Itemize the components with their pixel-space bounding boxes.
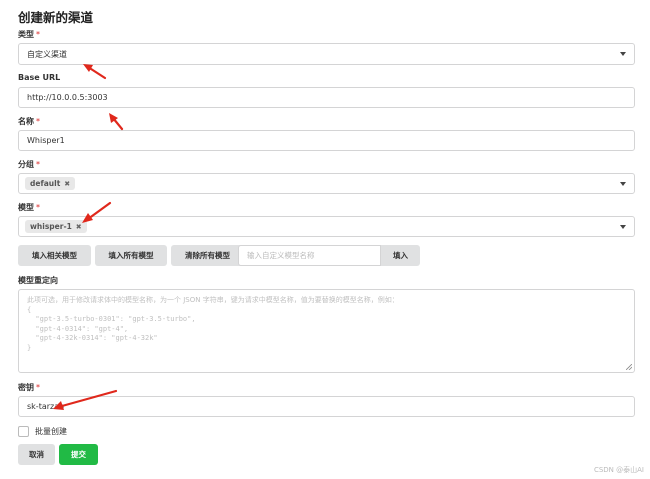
base-url-value: http://10.0.0.5:3003 (27, 93, 108, 102)
type-select[interactable]: 自定义渠道 (18, 43, 635, 65)
submit-button[interactable]: 提交 (59, 444, 98, 465)
key-label: 密钥 * (18, 383, 40, 392)
batch-create-checkbox[interactable] (18, 426, 29, 437)
clear-all-models-button[interactable]: 清除所有模型 (171, 245, 244, 266)
mapping-placeholder-line: "gpt-4-32k-0314": "gpt-4-32k" (27, 334, 158, 343)
annotation-arrow-icon (83, 64, 107, 80)
base-url-label: Base URL (18, 73, 61, 82)
dropdown-caret-icon (620, 181, 626, 186)
annotation-arrow-icon (53, 389, 118, 410)
mapping-placeholder-line: "gpt-3.5-turbo-0301": "gpt-3.5-turbo", (27, 315, 196, 324)
mapping-placeholder-line: { (27, 305, 32, 314)
type-value: 自定义渠道 (27, 49, 67, 59)
group-select[interactable]: default ✖ (18, 173, 635, 194)
type-label: 类型 * (18, 30, 40, 39)
fill-custom-model-button[interactable]: 填入 (381, 245, 420, 266)
custom-model-placeholder: 输入自定义模型名称 (247, 251, 315, 260)
dropdown-caret-icon (620, 52, 626, 56)
model-mapping-label: 模型重定向 (18, 276, 58, 285)
group-label: 分组 * (18, 160, 40, 169)
fill-related-models-button[interactable]: 填入相关模型 (18, 245, 91, 266)
mapping-placeholder-line: 此项可选，用于修改请求体中的模型名称，为一个 JSON 字符串，键为请求中模型名… (27, 296, 399, 304)
mapping-placeholder-line: } (27, 343, 32, 352)
cancel-button[interactable]: 取消 (18, 444, 55, 465)
base-url-input[interactable]: http://10.0.0.5:3003 (18, 87, 635, 108)
fill-all-models-button[interactable]: 填入所有模型 (95, 245, 167, 266)
resize-handle-icon[interactable] (626, 364, 632, 370)
name-label: 名称 * (18, 117, 40, 126)
model-mapping-textarea[interactable]: 此项可选，用于修改请求体中的模型名称，为一个 JSON 字符串，键为请求中模型名… (18, 289, 635, 373)
page-title: 创建新的渠道 (18, 10, 94, 25)
watermark: CSDN @泰山AI (593, 466, 644, 474)
annotation-arrow-icon (109, 113, 124, 131)
batch-create-label: 批量创建 (35, 427, 67, 436)
remove-tag-icon[interactable]: ✖ (64, 180, 70, 188)
model-label: 模型 * (18, 203, 40, 212)
custom-model-input[interactable]: 输入自定义模型名称 (238, 245, 381, 266)
name-value: Whisper1 (27, 136, 65, 145)
dropdown-caret-icon (620, 224, 626, 229)
annotation-arrow-icon (82, 201, 112, 223)
mapping-placeholder-line: "gpt-4-0314": "gpt-4", (27, 324, 129, 333)
group-tag: default ✖ (25, 177, 76, 190)
